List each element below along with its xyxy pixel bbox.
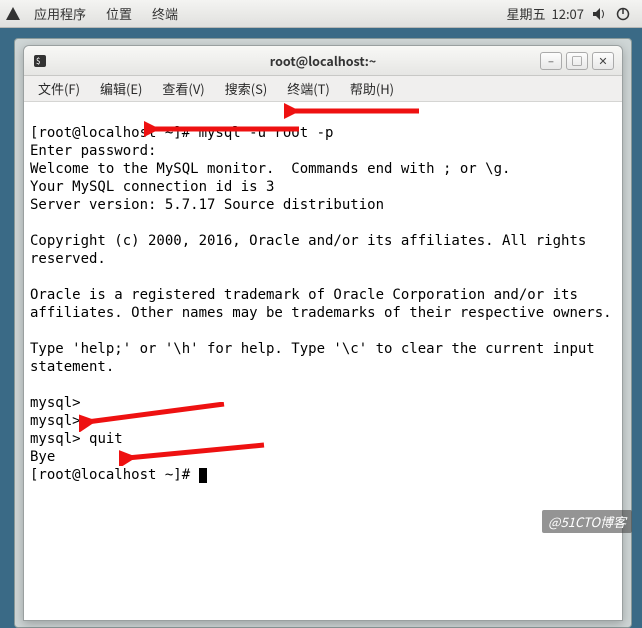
menu-edit[interactable]: 编辑(E) (92, 77, 150, 100)
menu-terminal[interactable]: 终端(T) (279, 77, 338, 100)
command-text: quit (89, 431, 123, 447)
terminal-line: Oracle is a registered trademark of Orac… (30, 287, 612, 321)
panel-applications[interactable]: 应用程序 (26, 4, 94, 23)
terminal-icon: $ (32, 53, 48, 69)
arrow-icon (119, 442, 269, 466)
titlebar[interactable]: $ root@localhost:~ – □ ✕ (24, 46, 622, 76)
panel-places[interactable]: 位置 (98, 4, 140, 23)
prompt: [root@localhost ~]# (30, 125, 199, 141)
arrow-icon (284, 102, 424, 120)
terminal-line: Server version: 5.7.17 Source distributi… (30, 197, 384, 213)
panel-time: 12:07 (552, 4, 584, 23)
mysql-prompt: mysql> (30, 413, 89, 429)
terminal-window: $ root@localhost:~ – □ ✕ 文件(F) 编辑(E) 查看(… (23, 45, 623, 621)
watermark: @51CTO博客 (542, 510, 632, 533)
minimize-button[interactable]: – (540, 52, 562, 70)
terminal-line: Welcome to the MySQL monitor. Commands e… (30, 161, 510, 177)
panel-right: 星期五 12:07 (507, 4, 639, 23)
panel-left: 应用程序 位置 终端 (4, 4, 186, 23)
terminal-line: Your MySQL connection id is 3 (30, 179, 274, 195)
menu-file[interactable]: 文件(F) (30, 77, 88, 100)
terminal-line: Copyright (c) 2000, 2016, Oracle and/or … (30, 233, 595, 267)
panel-day: 星期五 (507, 4, 546, 23)
close-button[interactable]: ✕ (592, 52, 614, 70)
panel-terminal-launcher[interactable]: 终端 (144, 4, 186, 23)
terminal-line: Type 'help;' or '\h' for help. Type '\c'… (30, 341, 603, 375)
menubar: 文件(F) 编辑(E) 查看(V) 搜索(S) 终端(T) 帮助(H) (24, 76, 622, 102)
svg-text:$: $ (36, 56, 40, 67)
command-text: mysql -u root -p (199, 125, 334, 141)
menu-search[interactable]: 搜索(S) (217, 77, 276, 100)
outer-frame: $ root@localhost:~ – □ ✕ 文件(F) 编辑(E) 查看(… (14, 38, 632, 628)
terminal-line: Enter password: (30, 143, 156, 159)
terminal-body[interactable]: [root@localhost ~]# mysql -u root -p Ent… (24, 102, 622, 620)
window-controls: – □ ✕ (540, 52, 614, 70)
desktop-area: $ root@localhost:~ – □ ✕ 文件(F) 编辑(E) 查看(… (0, 28, 642, 539)
menu-view[interactable]: 查看(V) (154, 77, 212, 100)
menu-help[interactable]: 帮助(H) (342, 77, 402, 100)
mysql-prompt: mysql> (30, 395, 89, 411)
power-icon[interactable] (614, 5, 632, 23)
volume-icon[interactable] (590, 5, 608, 23)
prompt: [root@localhost ~]# (30, 467, 199, 483)
mysql-prompt: mysql> (30, 431, 89, 447)
cursor-icon (199, 468, 207, 483)
arrow-icon (79, 402, 229, 432)
maximize-button[interactable]: □ (566, 52, 588, 70)
desktop-panel: 应用程序 位置 终端 星期五 12:07 (0, 0, 642, 28)
terminal-line: Bye (30, 449, 55, 465)
distro-logo-icon (4, 5, 22, 23)
window-title: root@localhost:~ (24, 51, 622, 70)
